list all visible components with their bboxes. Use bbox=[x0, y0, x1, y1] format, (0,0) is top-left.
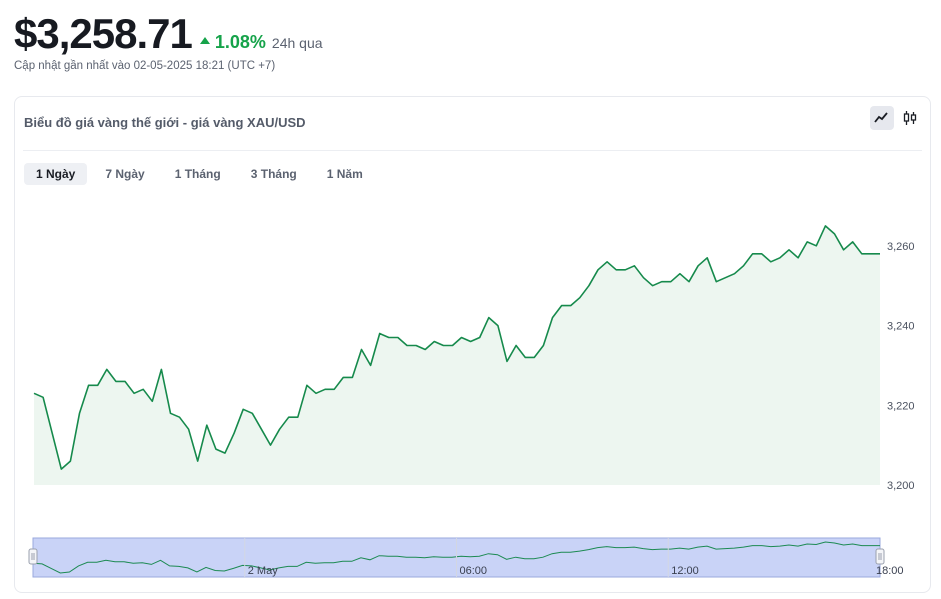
navigator-handle-right[interactable] bbox=[875, 548, 885, 565]
y-tick-label: 3,220 bbox=[887, 400, 915, 412]
y-tick-label: 3,240 bbox=[887, 321, 915, 333]
navigator-label: 06:00 bbox=[460, 565, 488, 577]
navigator-handle-left[interactable] bbox=[28, 548, 38, 565]
price-area bbox=[34, 225, 880, 485]
price-chart[interactable]: 3,260 3,240 3,220 3,200 2 May 06:00 12:00 18:00 bbox=[0, 0, 941, 599]
y-tick-label: 3,260 bbox=[887, 241, 915, 253]
y-tick-label: 3,200 bbox=[887, 480, 915, 492]
navigator-label: 2 May bbox=[248, 565, 278, 577]
navigator-label: 12:00 bbox=[671, 565, 699, 577]
navigator-label: 18:00 bbox=[876, 565, 904, 577]
